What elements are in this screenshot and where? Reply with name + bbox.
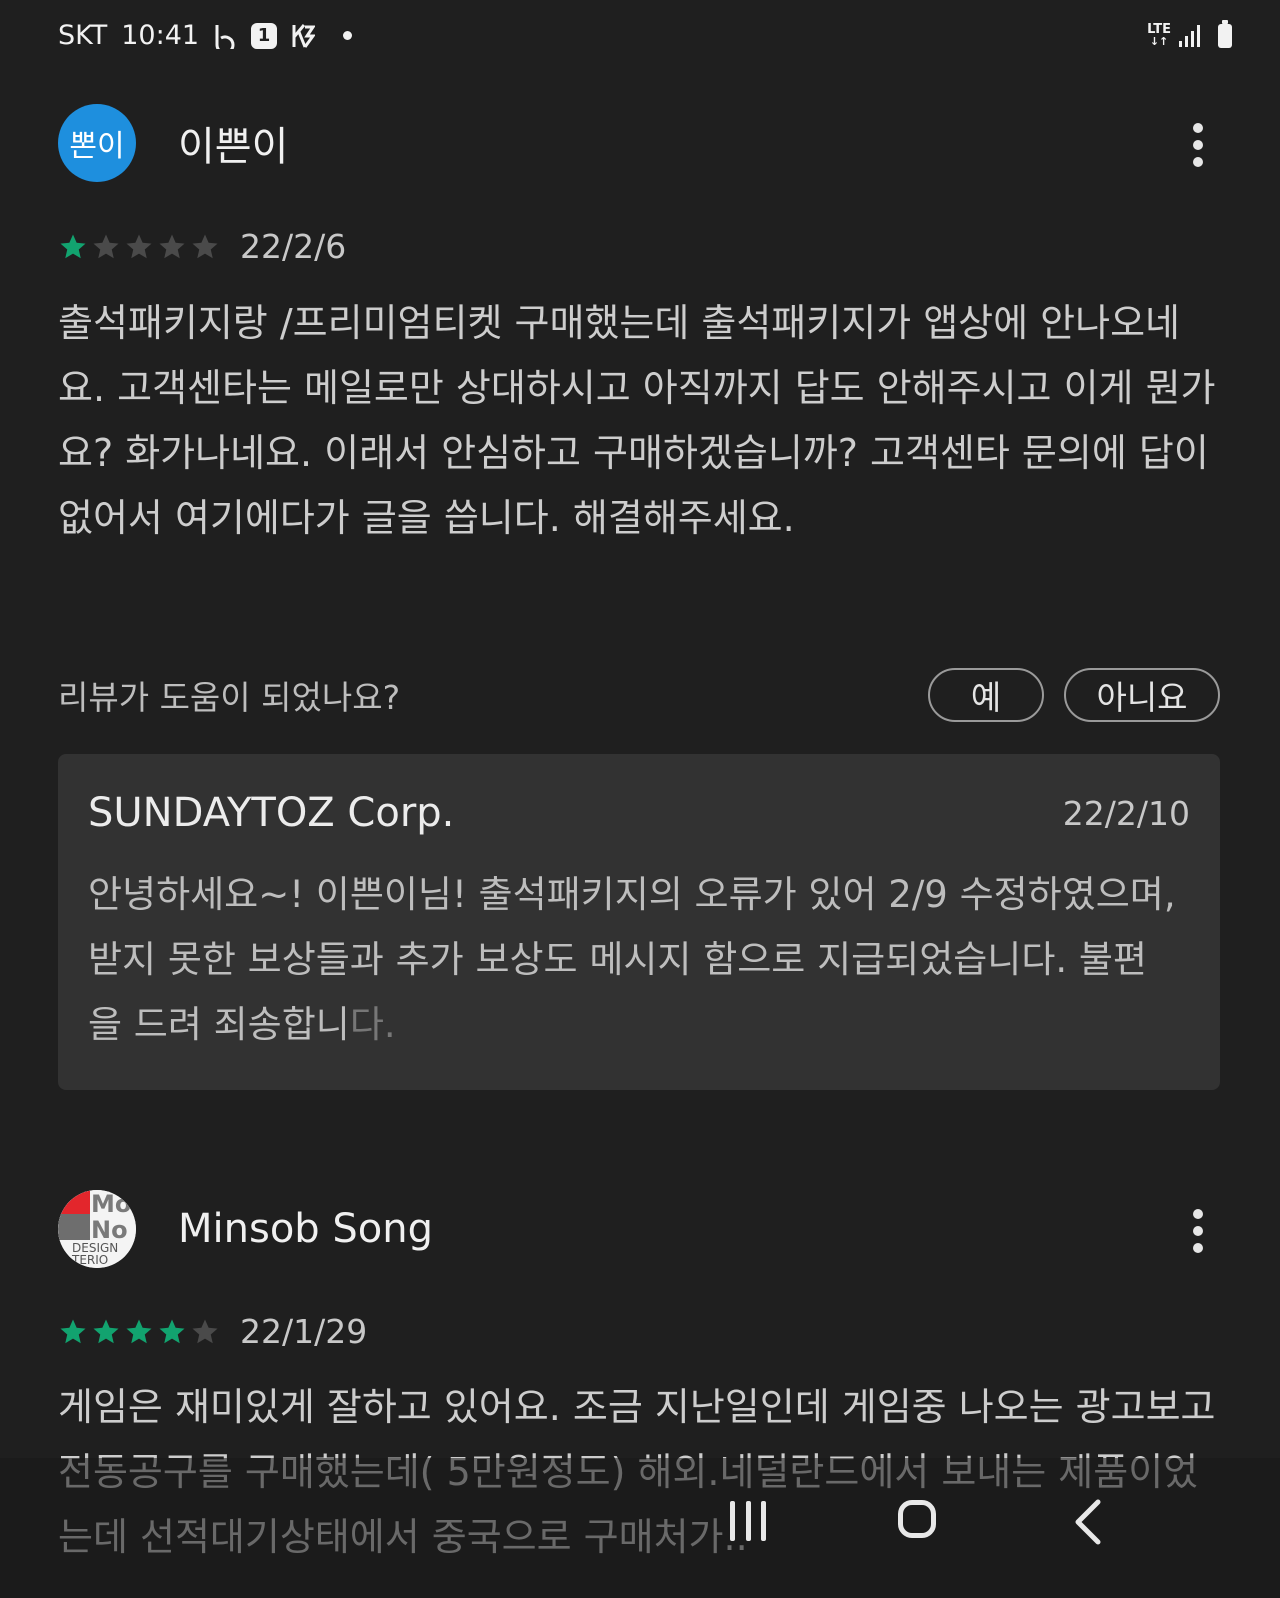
star-filled-icon (60, 1319, 86, 1343)
reply-truncated-end: 다. (349, 1003, 396, 1046)
rating-row: 22/2/6 (58, 227, 346, 266)
star-empty-icon (159, 234, 185, 258)
back-button[interactable] (1068, 1498, 1112, 1546)
helpful-yes-button[interactable]: 예 (928, 668, 1044, 722)
avatar-text: 뽄이 (69, 129, 125, 164)
star-empty-icon (93, 234, 119, 258)
status-bar: SKT 10:41 1 LTE ↓↑ (0, 0, 1280, 78)
band-app-icon (213, 23, 237, 49)
navigation-bar (0, 1458, 1280, 1598)
signal-icon (1179, 25, 1200, 47)
review-date: 22/2/6 (240, 227, 347, 266)
avatar: Mo No DESIGN TERIO (58, 1190, 136, 1268)
star-empty-icon (192, 1319, 218, 1343)
reviewer-name: 이쁜이 (178, 124, 289, 170)
helpful-row: 리뷰가 도움이 되었나요? 예 아니요 (58, 666, 1220, 724)
developer-reply-card: SUNDAYTOZ Corp. 22/2/10 안녕하세요~! 이쁜이님! 출석… (58, 754, 1220, 1090)
reviewer-name: Minsob Song (178, 1206, 433, 1252)
notification-count-icon: 1 (251, 22, 278, 49)
star-rating (58, 232, 220, 262)
svg-text:Mo: Mo (91, 1190, 131, 1218)
star-rating (58, 1317, 220, 1347)
recents-icon (730, 1501, 735, 1541)
review-date: 22/1/29 (240, 1312, 368, 1351)
status-right: LTE ↓↑ (1147, 20, 1232, 48)
rating-row: 22/1/29 (58, 1312, 367, 1351)
carrier-label: SKT (58, 20, 108, 51)
clock: 10:41 (121, 20, 200, 51)
star-empty-icon (192, 234, 218, 258)
helpful-buttons: 예 아니요 (928, 668, 1220, 722)
dot-icon (343, 31, 353, 40)
more-vert-icon (1193, 1209, 1203, 1219)
recents-button[interactable] (730, 1501, 766, 1541)
star-empty-icon (126, 234, 152, 258)
reply-text: 안녕하세요~! 이쁜이님! 출석패키지의 오류가 있어 2/9 수정하였으며, … (88, 862, 1178, 1057)
reply-body: 안녕하세요~! 이쁜이님! 출석패키지의 오류가 있어 2/9 수정하였으며, … (88, 873, 1176, 1046)
more-vert-icon (1193, 123, 1203, 133)
svg-text:TERIO: TERIO (71, 1253, 108, 1267)
star-filled-icon (126, 1319, 152, 1343)
lte-icon: LTE ↓↑ (1147, 22, 1171, 48)
review-header: Mo No DESIGN TERIO Minsob Song (58, 1189, 433, 1269)
helpful-no-button[interactable]: 아니요 (1064, 668, 1220, 722)
review-text: 출석패키지랑 /프리미엄티켓 구매했는데 출석패키지가 앱상에 안나오네요. 고… (58, 301, 1216, 540)
star-filled-icon (159, 1319, 185, 1343)
reply-date: 22/2/10 (1062, 794, 1190, 833)
battery-icon (1218, 20, 1232, 48)
avatar: 뽄이 (58, 104, 136, 182)
review-header: 뽄이 이쁜이 (58, 103, 288, 183)
svg-text:No: No (91, 1216, 128, 1244)
developer-name: SUNDAYTOZ Corp. (88, 790, 455, 836)
review-item: 뽄이 이쁜이 22/2/6 출석패키지랑 /프리미엄티켓 구매했는데 출석패키지… (0, 103, 1280, 1103)
more-options-button[interactable] (1188, 123, 1208, 167)
design-logo-icon: Mo No DESIGN TERIO (58, 1190, 136, 1268)
star-filled-icon (93, 1319, 119, 1343)
lightning-icon (291, 23, 316, 49)
review-screen: SKT 10:41 1 LTE ↓↑ 뽄이 이쁜이 22/2/6 출석패키지랑 … (0, 0, 1280, 1598)
home-button[interactable] (898, 1500, 936, 1538)
helpful-question: 리뷰가 도움이 되었나요? (58, 678, 401, 717)
more-options-button[interactable] (1188, 1209, 1208, 1253)
status-left: SKT 10:41 1 (58, 20, 353, 51)
star-filled-icon (60, 234, 86, 258)
